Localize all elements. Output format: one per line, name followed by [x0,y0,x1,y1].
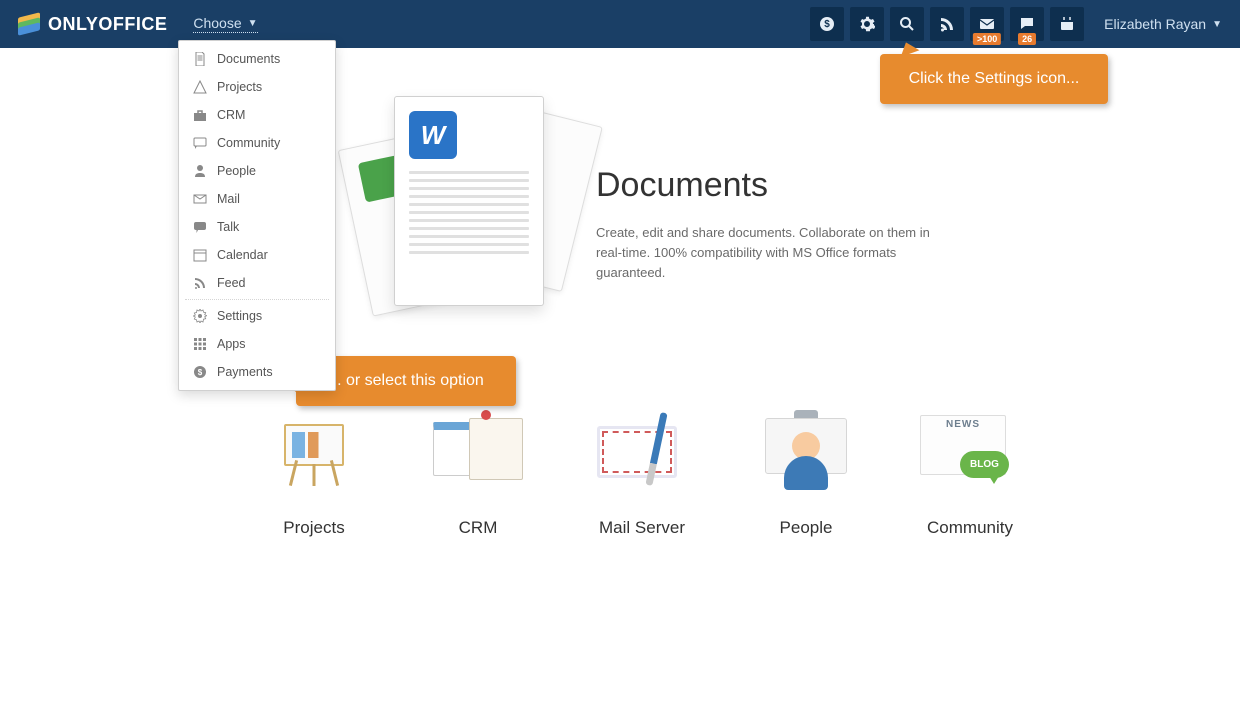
mail-icon[interactable]: >100 [970,7,1004,41]
mail-badge: >100 [973,33,1001,45]
menu-item-community[interactable]: Community [179,129,335,157]
search-icon[interactable] [890,7,924,41]
calendar-icon [193,248,207,262]
tile-label: Community [888,518,1052,538]
menu-item-apps[interactable]: Apps [179,330,335,358]
menu-item-crm[interactable]: CRM [179,101,335,129]
menu-label: CRM [217,108,245,122]
tile-crm[interactable]: CRM [396,408,560,538]
hero-description: Create, edit and share documents. Collab… [596,223,936,283]
settings-icon[interactable] [850,7,884,41]
tile-community[interactable]: BLOG Community [888,408,1052,538]
feed-icon [193,276,207,290]
menu-item-payments[interactable]: $ Payments [179,358,335,386]
menu-item-talk[interactable]: Talk [179,213,335,241]
menu-item-documents[interactable]: Documents [179,45,335,73]
projects-tile-icon [232,408,396,498]
module-tiles: Projects CRM Mail Server People BLOG Com… [232,408,1052,538]
choose-module-dropdown[interactable]: Choose ▼ [193,15,257,33]
menu-label: Apps [217,337,246,351]
word-icon: W [409,111,457,159]
settings-icon [193,309,207,323]
tile-mailserver[interactable]: Mail Server [560,408,724,538]
projects-icon [193,80,207,94]
calendar-icon[interactable] [1050,7,1084,41]
caret-down-icon: ▼ [1212,19,1222,30]
menu-label: Talk [217,220,239,234]
caret-down-icon: ▼ [248,18,258,29]
feed-icon[interactable] [930,7,964,41]
crm-icon [193,108,207,122]
choose-label: Choose [193,15,241,31]
menu-item-feed[interactable]: Feed [179,269,335,297]
community-icon [193,136,207,150]
svg-text:$: $ [824,19,830,30]
onlyoffice-logo-icon [18,13,40,35]
menu-label: Feed [217,276,246,290]
tile-label: People [724,518,888,538]
menu-label: Documents [217,52,280,66]
hero-section: W Documents Create, edit and share docum… [354,86,936,326]
documents-illustration: W [354,86,570,326]
tile-label: CRM [396,518,560,538]
svg-text:$: $ [198,368,203,377]
tile-label: Projects [232,518,396,538]
choose-dropdown-menu: Documents Projects CRM Community People … [178,40,336,391]
menu-item-calendar[interactable]: Calendar [179,241,335,269]
callout-settings-icon: Click the Settings icon... [880,54,1108,104]
hero-title: Documents [596,166,936,205]
mailserver-tile-icon [560,408,724,498]
crm-tile-icon [396,408,560,498]
people-icon [193,164,207,178]
header-right: $ >100 26 Elizabeth Rayan ▼ [804,7,1222,41]
brand-logo[interactable]: ONLYOFFICE [18,13,167,35]
community-tile-icon: BLOG [888,408,1052,498]
tile-projects[interactable]: Projects [232,408,396,538]
brand-name: ONLYOFFICE [48,14,167,35]
currency-icon[interactable]: $ [810,7,844,41]
talk-icon [193,220,207,234]
menu-separator [185,299,329,300]
menu-label: Mail [217,192,240,206]
menu-label: Projects [217,80,262,94]
tile-label: Mail Server [560,518,724,538]
document-icon [193,52,207,66]
tile-people[interactable]: People [724,408,888,538]
payments-icon: $ [193,365,207,379]
people-tile-icon [724,408,888,498]
blog-badge: BLOG [960,451,1009,478]
menu-label: Community [217,136,280,150]
menu-item-settings[interactable]: Settings [179,302,335,330]
menu-label: Settings [217,309,262,323]
menu-item-mail[interactable]: Mail [179,185,335,213]
chat-icon[interactable]: 26 [1010,7,1044,41]
menu-label: People [217,164,256,178]
chat-badge: 26 [1018,33,1036,45]
menu-item-people[interactable]: People [179,157,335,185]
user-name: Elizabeth Rayan [1104,16,1206,32]
apps-icon [193,337,207,351]
menu-item-projects[interactable]: Projects [179,73,335,101]
menu-label: Calendar [217,248,268,262]
hero-text: Documents Create, edit and share documen… [596,86,936,326]
user-menu[interactable]: Elizabeth Rayan ▼ [1104,16,1222,32]
menu-label: Payments [217,365,273,379]
mail-icon [193,192,207,206]
